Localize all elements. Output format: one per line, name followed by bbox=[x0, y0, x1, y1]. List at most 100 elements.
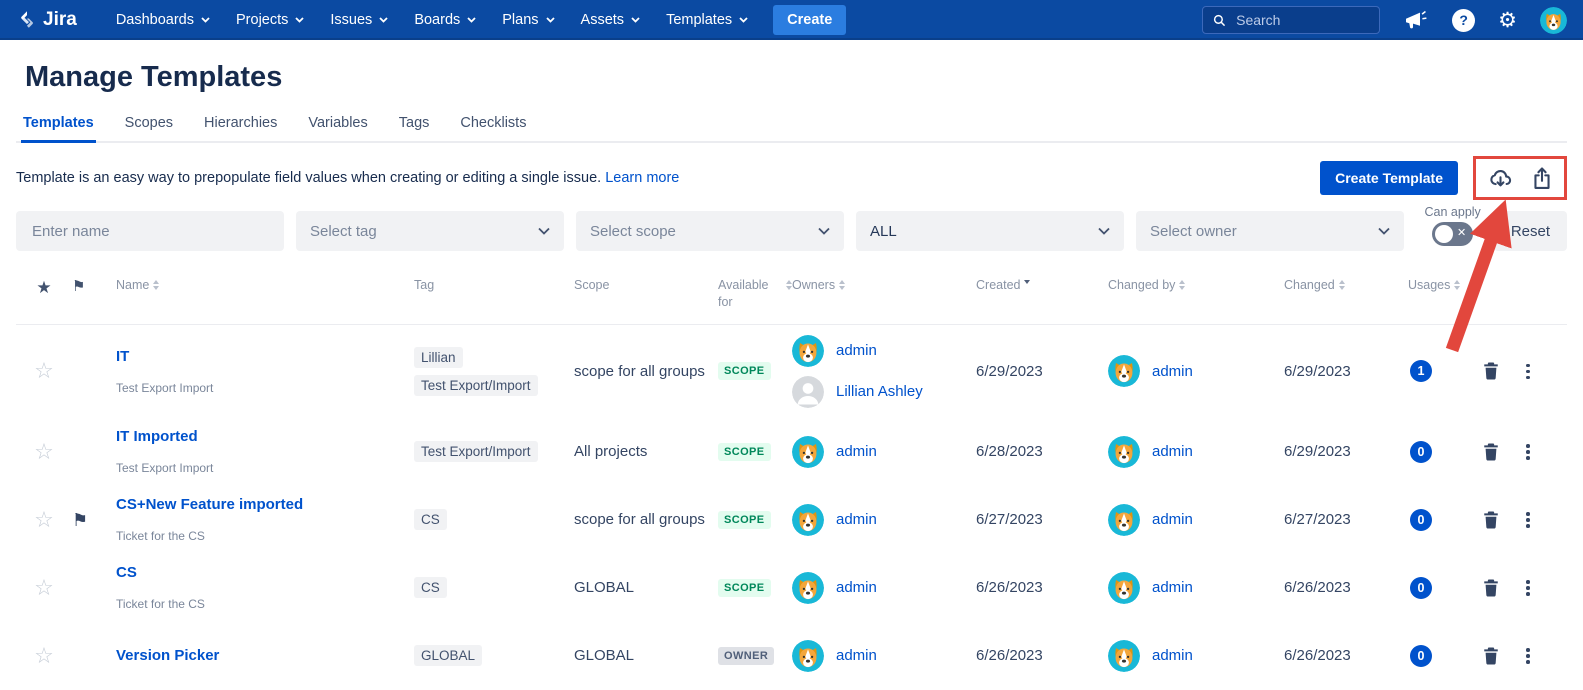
changed-by: admin bbox=[1108, 436, 1193, 468]
import-templates-button[interactable] bbox=[1487, 166, 1514, 190]
header-owners[interactable]: Owners bbox=[792, 277, 972, 311]
header-created[interactable]: Created bbox=[972, 277, 1104, 311]
owner-link[interactable]: Lillian Ashley bbox=[836, 383, 923, 400]
favorite-star-icon[interactable]: ☆ bbox=[34, 360, 54, 382]
favorite-column-icon[interactable]: ★ bbox=[36, 277, 51, 300]
favorite-star-icon[interactable]: ☆ bbox=[34, 645, 54, 667]
owner-link[interactable]: admin bbox=[836, 647, 877, 664]
help-icon[interactable]: ? bbox=[1452, 9, 1475, 32]
usages-badge[interactable]: 0 bbox=[1410, 441, 1432, 463]
tab-templates[interactable]: Templates bbox=[21, 111, 96, 141]
owner-link[interactable]: admin bbox=[836, 511, 877, 528]
template-name-link[interactable]: IT Imported bbox=[116, 428, 198, 445]
scope-filter-select[interactable]: Select scope bbox=[576, 211, 844, 251]
tag-list: GLOBAL bbox=[406, 645, 566, 666]
more-actions-button[interactable] bbox=[1522, 644, 1534, 668]
gear-icon[interactable]: ⚙ bbox=[1498, 10, 1517, 31]
more-actions-button[interactable] bbox=[1522, 440, 1534, 464]
chevron-down-icon bbox=[295, 17, 304, 23]
favorite-star-icon[interactable]: ☆ bbox=[34, 509, 54, 531]
header-scope[interactable]: Scope bbox=[566, 277, 718, 311]
upload-icon bbox=[1531, 166, 1553, 190]
export-templates-button[interactable] bbox=[1531, 166, 1553, 190]
kebab-menu-icon bbox=[1522, 360, 1534, 384]
nav-menu-projects[interactable]: Projects bbox=[223, 0, 317, 40]
template-name-link[interactable]: IT bbox=[116, 348, 129, 365]
header-usages[interactable]: Usages bbox=[1400, 277, 1482, 311]
trash-icon bbox=[1482, 361, 1500, 381]
changed-by: admin bbox=[1108, 355, 1193, 387]
create-template-button[interactable]: Create Template bbox=[1320, 161, 1458, 195]
tab-checklists[interactable]: Checklists bbox=[458, 111, 528, 141]
learn-more-link[interactable]: Learn more bbox=[605, 170, 679, 186]
delete-button[interactable] bbox=[1482, 578, 1500, 598]
changed-by-link[interactable]: admin bbox=[1152, 647, 1193, 664]
dog-avatar bbox=[1108, 572, 1140, 604]
changed-by-link[interactable]: admin bbox=[1152, 579, 1193, 596]
project-filter-select[interactable]: ALL bbox=[856, 211, 1124, 251]
delete-button[interactable] bbox=[1482, 361, 1500, 381]
changed-date: 6/29/2023 bbox=[1276, 443, 1400, 460]
user-avatar[interactable] bbox=[1540, 7, 1567, 34]
owner-link[interactable]: admin bbox=[836, 342, 877, 359]
chevron-down-icon bbox=[379, 17, 388, 23]
changed-by-link[interactable]: admin bbox=[1152, 443, 1193, 460]
header-changed-by[interactable]: Changed by bbox=[1104, 277, 1276, 311]
delete-button[interactable] bbox=[1482, 510, 1500, 530]
header-available-for[interactable]: Available for bbox=[718, 277, 792, 311]
tab-variables[interactable]: Variables bbox=[306, 111, 369, 141]
changed-by: admin bbox=[1108, 640, 1193, 672]
changed-by-link[interactable]: admin bbox=[1152, 511, 1193, 528]
tab-tags[interactable]: Tags bbox=[397, 111, 432, 141]
brand-name: Jira bbox=[43, 9, 77, 31]
owner-filter-select[interactable]: Select owner bbox=[1136, 211, 1404, 251]
template-name-link[interactable]: Version Picker bbox=[116, 647, 219, 664]
delete-button[interactable] bbox=[1482, 442, 1500, 462]
more-actions-button[interactable] bbox=[1522, 360, 1534, 384]
changed-date: 6/29/2023 bbox=[1276, 363, 1400, 380]
favorite-star-icon[interactable]: ☆ bbox=[34, 441, 54, 463]
header-name[interactable]: Name bbox=[106, 277, 406, 311]
template-name-link[interactable]: CS bbox=[116, 564, 137, 581]
name-filter[interactable] bbox=[16, 211, 284, 251]
tab-scopes[interactable]: Scopes bbox=[123, 111, 175, 141]
more-actions-button[interactable] bbox=[1522, 576, 1534, 600]
more-actions-button[interactable] bbox=[1522, 508, 1534, 532]
nav-menu-boards[interactable]: Boards bbox=[401, 0, 489, 40]
header-changed[interactable]: Changed bbox=[1276, 277, 1400, 311]
global-search[interactable] bbox=[1202, 6, 1380, 34]
chevron-down-icon bbox=[1098, 227, 1110, 235]
scope-text: All projects bbox=[574, 443, 647, 460]
can-apply-toggle[interactable]: ✕ bbox=[1432, 222, 1473, 246]
dog-avatar bbox=[792, 436, 824, 468]
jira-logo[interactable]: Jira bbox=[16, 9, 77, 31]
scope-text: GLOBAL bbox=[574, 579, 634, 596]
nav-menu-plans[interactable]: Plans bbox=[489, 0, 567, 40]
owner-link[interactable]: admin bbox=[836, 443, 877, 460]
name-filter-input[interactable] bbox=[30, 222, 270, 241]
favorite-star-icon[interactable]: ☆ bbox=[34, 577, 54, 599]
nav-menu-issues[interactable]: Issues bbox=[317, 0, 401, 40]
template-name-link[interactable]: CS+New Feature imported bbox=[116, 496, 303, 513]
header-tag[interactable]: Tag bbox=[406, 277, 566, 311]
nav-menu-assets[interactable]: Assets bbox=[568, 0, 654, 40]
reset-filters-button[interactable]: Reset bbox=[1494, 211, 1567, 251]
flag-column-icon[interactable]: ⚑ bbox=[72, 277, 85, 297]
usages-badge[interactable]: 0 bbox=[1410, 645, 1432, 667]
owner-link[interactable]: admin bbox=[836, 579, 877, 596]
delete-button[interactable] bbox=[1482, 646, 1500, 666]
usages-badge[interactable]: 1 bbox=[1410, 360, 1432, 382]
tab-hierarchies[interactable]: Hierarchies bbox=[202, 111, 279, 141]
tag-list: LillianTest Export/Import bbox=[406, 347, 566, 396]
nav-menu-dashboards[interactable]: Dashboards bbox=[103, 0, 223, 40]
available-for-badge: SCOPE bbox=[718, 511, 771, 529]
changed-by-link[interactable]: admin bbox=[1152, 363, 1193, 380]
usages-badge[interactable]: 0 bbox=[1410, 577, 1432, 599]
search-input[interactable] bbox=[1234, 11, 1369, 29]
tag-filter-select[interactable]: Select tag bbox=[296, 211, 564, 251]
created-date: 6/26/2023 bbox=[972, 647, 1104, 664]
nav-menu-templates[interactable]: Templates bbox=[653, 0, 761, 40]
usages-badge[interactable]: 0 bbox=[1410, 509, 1432, 531]
nav-create-button[interactable]: Create bbox=[773, 5, 846, 35]
announcements-icon[interactable] bbox=[1403, 8, 1429, 32]
